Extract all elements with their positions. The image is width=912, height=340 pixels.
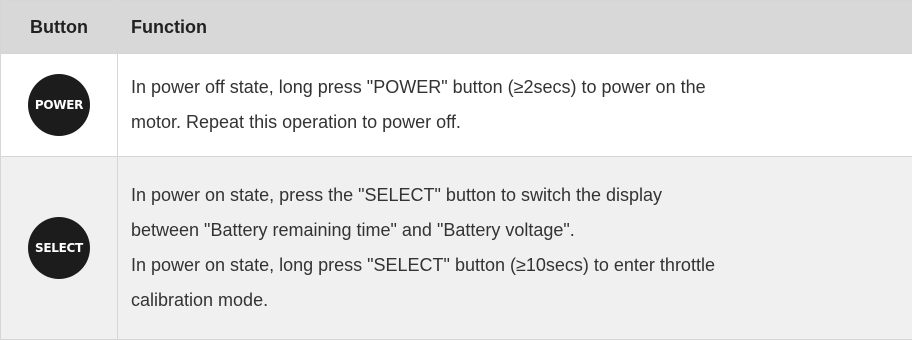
button-cell: SELECT — [1, 157, 118, 340]
button-function-table: Button Function POWER In power off state… — [0, 0, 912, 340]
description-line: In power on state, press the "SELECT" bu… — [131, 178, 898, 213]
description-line: motor. Repeat this operation to power of… — [131, 105, 898, 140]
description-line: calibration mode. — [131, 283, 898, 318]
table-row-select: SELECT In power on state, press the "SEL… — [1, 157, 912, 340]
description-line: In power off state, long press "POWER" b… — [131, 70, 898, 105]
function-description: In power on state, press the "SELECT" bu… — [118, 157, 912, 340]
select-button-icon: SELECT — [28, 217, 90, 279]
description-line: In power on state, long press "SELECT" b… — [131, 248, 898, 283]
table-row-power: POWER In power off state, long press "PO… — [1, 54, 912, 157]
function-description: In power off state, long press "POWER" b… — [118, 54, 912, 157]
table-header-row: Button Function — [1, 1, 912, 54]
column-header-function: Function — [118, 1, 912, 54]
button-cell: POWER — [1, 54, 118, 157]
power-button-icon: POWER — [28, 74, 90, 136]
column-header-button: Button — [1, 1, 118, 54]
description-line: between "Battery remaining time" and "Ba… — [131, 213, 898, 248]
